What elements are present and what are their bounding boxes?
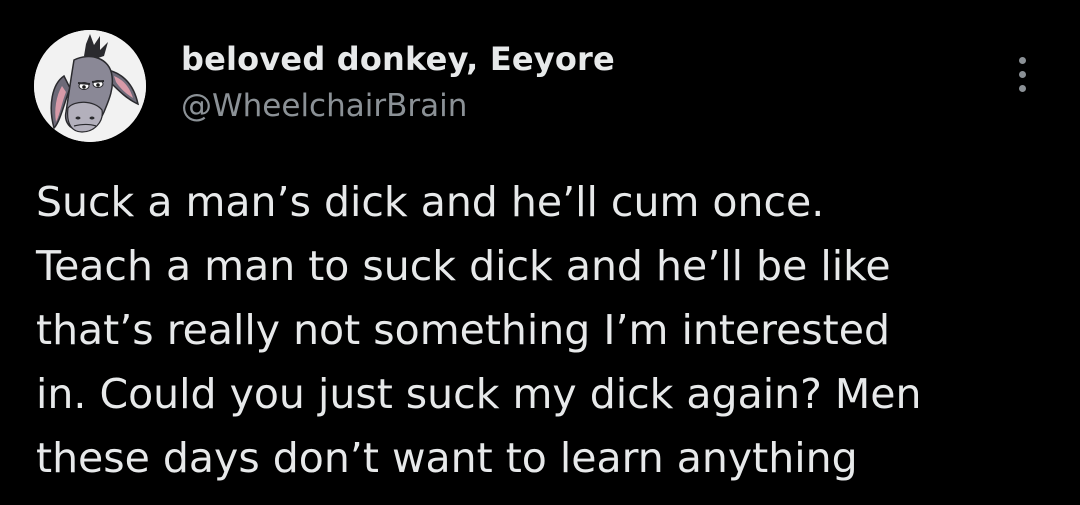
- tweet-text-line: Teach a man to suck dick and he’ll be li…: [36, 242, 891, 290]
- more-options-button[interactable]: [1008, 55, 1038, 95]
- author-handle[interactable]: @WheelchairBrain: [181, 88, 467, 124]
- tweet-text: Suck a man’s dick and he’ll cum once. Te…: [36, 170, 1056, 490]
- tweet-card: beloved donkey, Eeyore @WheelchairBrain …: [0, 0, 1080, 505]
- author-display-name[interactable]: beloved donkey, Eeyore: [181, 40, 615, 78]
- avatar[interactable]: [34, 30, 146, 142]
- eeyore-avatar-icon: [34, 30, 146, 142]
- tweet-text-line: Suck a man’s dick and he’ll cum once.: [36, 178, 825, 226]
- tweet-text-line: these days don’t want to learn anything: [36, 434, 858, 482]
- tweet-text-line: in. Could you just suck my dick again? M…: [36, 370, 922, 418]
- tweet-text-line: that’s really not something I’m interest…: [36, 306, 890, 354]
